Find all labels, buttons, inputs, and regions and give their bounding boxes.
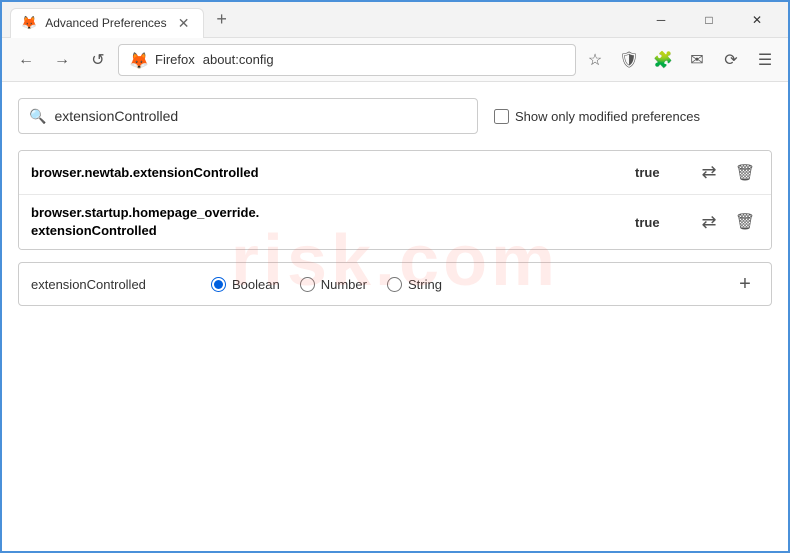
shield-icon[interactable]: 🛡 bbox=[614, 45, 644, 75]
delete-button-1[interactable]: 🗑 bbox=[731, 159, 759, 187]
radio-number-text: Number bbox=[321, 277, 367, 292]
row-actions-1: ⇄ 🗑 bbox=[695, 159, 759, 187]
row-actions-2: ⇄ 🗑 bbox=[695, 208, 759, 236]
mail-icon[interactable]: ✉ bbox=[682, 45, 712, 75]
search-input-wrapper[interactable]: 🔍 bbox=[18, 98, 478, 134]
add-preference-button[interactable]: + bbox=[731, 270, 759, 298]
search-input[interactable] bbox=[54, 108, 467, 124]
radio-boolean-label[interactable]: Boolean bbox=[211, 277, 280, 292]
show-modified-text: Show only modified preferences bbox=[515, 109, 700, 124]
radio-string-text: String bbox=[408, 277, 442, 292]
radio-boolean-text: Boolean bbox=[232, 277, 280, 292]
new-pref-name: extensionControlled bbox=[31, 277, 191, 292]
menu-icon[interactable]: ☰ bbox=[750, 45, 780, 75]
tab-title: Advanced Preferences bbox=[45, 16, 166, 30]
title-bar: 🦊 Advanced Preferences ✕ + ─ □ ✕ bbox=[2, 2, 788, 38]
radio-number-label[interactable]: Number bbox=[300, 277, 367, 292]
table-row: browser.newtab.extensionControlled true … bbox=[19, 151, 771, 195]
firefox-logo-icon: 🦊 bbox=[129, 51, 147, 69]
radio-string-label[interactable]: String bbox=[387, 277, 442, 292]
maximize-button[interactable]: □ bbox=[686, 5, 732, 35]
reload-button[interactable]: ↺ bbox=[82, 44, 114, 76]
nav-action-icons: ☆ 🛡 🧩 ✉ ⟳ ☰ bbox=[580, 45, 780, 75]
search-icon: 🔍 bbox=[29, 108, 46, 125]
search-bar-row: 🔍 Show only modified preferences bbox=[18, 98, 772, 134]
window-controls: ─ □ ✕ bbox=[638, 5, 780, 35]
delete-button-2[interactable]: 🗑 bbox=[731, 208, 759, 236]
radio-string[interactable] bbox=[387, 277, 402, 292]
extension-icon[interactable]: 🧩 bbox=[648, 45, 678, 75]
nav-bar: ← → ↺ 🦊 Firefox about:config ☆ 🛡 🧩 ✉ ⟳ ☰ bbox=[2, 38, 788, 82]
url-display: about:config bbox=[203, 52, 565, 67]
toggle-button-2[interactable]: ⇄ bbox=[695, 208, 723, 236]
add-preference-row: extensionControlled Boolean Number Strin… bbox=[18, 262, 772, 306]
table-row: browser.startup.homepage_override.extens… bbox=[19, 195, 771, 249]
sync-icon[interactable]: ⟳ bbox=[716, 45, 746, 75]
new-tab-button[interactable]: + bbox=[208, 6, 236, 34]
address-bar[interactable]: 🦊 Firefox about:config bbox=[118, 44, 576, 76]
tab-favicon: 🦊 bbox=[21, 15, 37, 31]
radio-boolean[interactable] bbox=[211, 277, 226, 292]
radio-number[interactable] bbox=[300, 277, 315, 292]
forward-button[interactable]: → bbox=[46, 44, 78, 76]
type-radio-group: Boolean Number String bbox=[211, 277, 711, 292]
results-table: browser.newtab.extensionControlled true … bbox=[18, 150, 772, 250]
browser-tab[interactable]: 🦊 Advanced Preferences ✕ bbox=[10, 8, 204, 38]
close-button[interactable]: ✕ bbox=[734, 5, 780, 35]
back-button[interactable]: ← bbox=[10, 44, 42, 76]
tab-close-button[interactable]: ✕ bbox=[175, 14, 193, 32]
content-area: 🔍 Show only modified preferences browser… bbox=[2, 82, 788, 322]
pref-value-2: true bbox=[635, 215, 675, 230]
pref-name-1: browser.newtab.extensionControlled bbox=[31, 165, 635, 180]
show-modified-label[interactable]: Show only modified preferences bbox=[494, 109, 700, 124]
toggle-button-1[interactable]: ⇄ bbox=[695, 159, 723, 187]
pref-value-1: true bbox=[635, 165, 675, 180]
bookmark-icon[interactable]: ☆ bbox=[580, 45, 610, 75]
minimize-button[interactable]: ─ bbox=[638, 5, 684, 35]
show-modified-checkbox[interactable] bbox=[494, 109, 509, 124]
browser-name-label: Firefox bbox=[155, 52, 195, 67]
pref-name-2: browser.startup.homepage_override.extens… bbox=[31, 204, 635, 240]
